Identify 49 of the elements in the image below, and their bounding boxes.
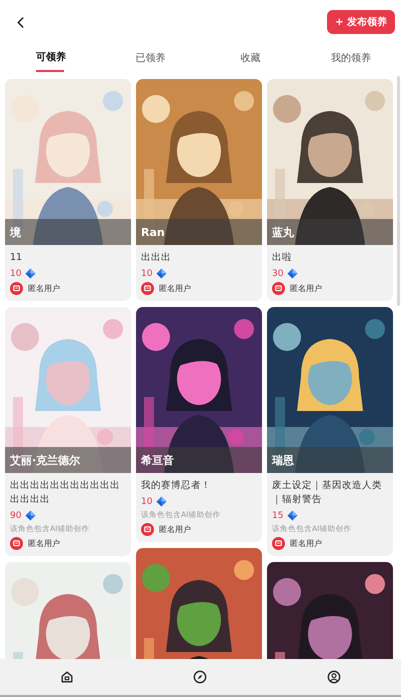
character-name: 艾丽·克兰德尔 — [10, 452, 80, 468]
diamond-icon — [287, 268, 298, 279]
character-name: 希亘音 — [141, 452, 174, 468]
diamond-icon — [156, 268, 168, 279]
avatar-icon — [10, 282, 23, 295]
tab[interactable]: 我的领养 — [300, 44, 401, 72]
publish-button[interactable]: + 发布领养 — [327, 10, 395, 34]
character-card[interactable]: 境 11 10 匿名用户 — [5, 79, 131, 301]
character-description: 11 — [10, 251, 24, 265]
tab[interactable]: 已领养 — [100, 44, 200, 72]
avatar-icon — [10, 537, 23, 550]
character-card[interactable]: 蓝丸 出啦 30 匿名用户 — [267, 79, 393, 301]
home-icon[interactable] — [60, 670, 74, 684]
avatar-icon — [272, 537, 285, 550]
diamond-icon — [287, 510, 298, 521]
compass-icon[interactable] — [193, 670, 208, 684]
character-description: 出出出 — [141, 251, 172, 265]
character-description: 出出出出出出出出出出出出出出出 — [10, 479, 121, 507]
tab[interactable]: 可领养 — [36, 44, 64, 72]
user-name: 匿名用户 — [28, 538, 60, 549]
user-name: 匿名用户 — [290, 538, 322, 549]
profile-icon[interactable] — [327, 670, 342, 684]
character-name: 境 — [10, 224, 21, 240]
scrollbar[interactable] — [397, 76, 400, 306]
character-description: 出啦 — [272, 251, 293, 265]
price-text: 15 — [272, 510, 284, 520]
price-text: 90 — [10, 510, 22, 520]
character-name: 瑞恩 — [272, 452, 294, 468]
price-text: 30 — [272, 268, 284, 278]
user-name: 匿名用户 — [290, 283, 322, 294]
tab[interactable]: 收藏 — [200, 44, 301, 72]
character-card[interactable]: Ran 出出出 10 匿名用户 — [136, 79, 262, 301]
diamond-icon — [25, 510, 36, 521]
avatar-icon — [141, 523, 154, 536]
diamond-icon — [156, 496, 168, 507]
character-description: 我的赛博忍者！ — [141, 479, 212, 493]
character-name: Ran — [141, 226, 165, 238]
avatar-icon — [141, 282, 154, 295]
user-name: 匿名用户 — [159, 524, 191, 535]
character-name: 蓝丸 — [272, 224, 294, 240]
price-text: 10 — [141, 496, 152, 506]
avatar-icon — [272, 282, 285, 295]
diamond-icon — [25, 268, 36, 279]
character-description: 废土设定｜基因改造人类｜辐射警告 — [272, 479, 383, 507]
user-name: 匿名用户 — [28, 283, 60, 294]
back-icon[interactable] — [16, 16, 25, 28]
price-text: 10 — [141, 268, 152, 278]
user-name: 匿名用户 — [159, 283, 191, 294]
price-text: 10 — [10, 268, 22, 278]
